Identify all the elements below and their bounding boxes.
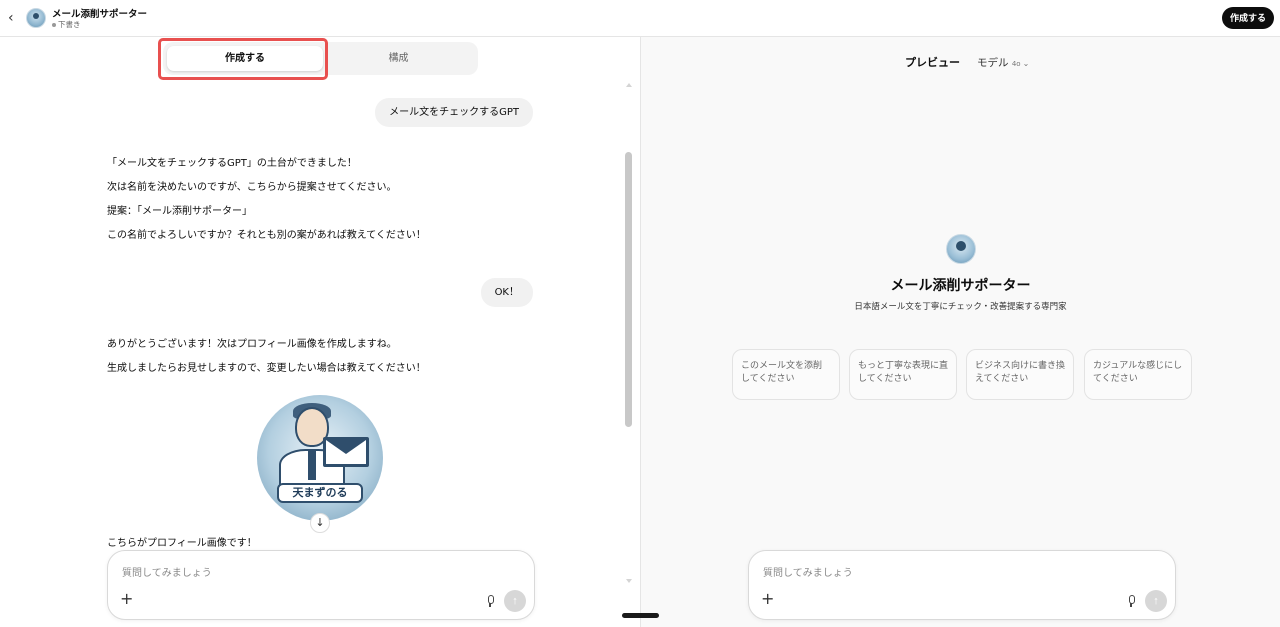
profile-banner: 天まずのる	[277, 483, 363, 503]
envelope-icon	[323, 437, 369, 467]
model-label: モデル	[977, 57, 1009, 69]
back-icon[interactable]: ‹	[8, 10, 22, 26]
preview-panel: プレビュー モデル 4o ⌄ メール添削サポーター 日本語メール文を丁寧にチェック…	[641, 37, 1280, 627]
conversation-starter[interactable]: ビジネス向けに書き換えてください	[966, 349, 1074, 400]
gpt-avatar	[26, 8, 46, 28]
preview-label: プレビュー	[905, 56, 960, 69]
assistant-message-line: 「メール文をチェックするGPT」の土台ができました！	[107, 158, 357, 169]
create-button[interactable]: 作成する	[1221, 7, 1274, 29]
scroll-to-bottom-button[interactable]: ↓	[310, 513, 330, 533]
highlight-box	[158, 38, 328, 80]
assistant-message-line: 次は名前を決めたいのですが、こちらから提案させてください。	[107, 182, 397, 193]
user-message: メール文をチェックするGPT	[375, 98, 533, 127]
scroll-down-arrow-icon[interactable]	[626, 579, 632, 583]
model-version: 4o	[1011, 60, 1021, 68]
send-button[interactable]: ↑	[1145, 590, 1167, 612]
message-input[interactable]: 質問してみましょう	[763, 564, 853, 579]
gpt-title: メール添削サポーター	[52, 9, 148, 20]
conversation-starter[interactable]: このメール文を添削してください	[732, 349, 840, 400]
profile-tie	[308, 450, 316, 480]
mic-icon[interactable]	[1127, 595, 1135, 607]
plus-icon[interactable]: +	[120, 591, 133, 607]
mic-icon[interactable]	[486, 595, 494, 607]
preview-gpt-description: 日本語メール文を丁寧にチェック・改善提案する専門家	[854, 302, 1067, 312]
preview-gpt-name: メール添削サポーター	[890, 278, 1031, 294]
scroll-up-icon[interactable]	[626, 83, 632, 87]
send-button[interactable]: ↑	[504, 590, 526, 612]
top-bar: ‹ メール添削サポーター 下書き 作成する	[0, 0, 1280, 37]
assistant-message-line: 生成しましたらお見せしますので、変更したい場合は教えてください！	[107, 363, 426, 374]
chevron-down-icon: ⌄	[1022, 59, 1030, 68]
assistant-message-line: ありがとうございます！次はプロフィール画像を作成しますね。	[107, 339, 397, 350]
draft-status: 下書き	[52, 19, 81, 30]
assistant-message-line: 提案：「メール添削サポーター」	[107, 206, 252, 217]
message-input[interactable]: 質問してみましょう	[122, 564, 212, 579]
builder-composer[interactable]: 質問してみましょう + ↑	[107, 550, 535, 620]
preview-avatar	[946, 234, 976, 264]
conversation-starter[interactable]: もっと丁寧な表現に直してください	[849, 349, 957, 400]
builder-panel: 作成する 構成 メール文をチェックするGPT 「メール文をチェックするGPT」の…	[0, 37, 641, 627]
preview-composer[interactable]: 質問してみましょう + ↑	[748, 550, 1176, 620]
user-message: OK！	[480, 278, 533, 307]
plus-icon[interactable]: +	[761, 591, 774, 607]
scrollbar[interactable]	[625, 152, 632, 427]
draft-status-label: 下書き	[58, 20, 81, 29]
home-indicator	[622, 613, 659, 618]
conversation-starter[interactable]: カジュアルな感じにしてください	[1084, 349, 1192, 400]
tab-configure[interactable]: 構成	[323, 46, 474, 71]
profile-image: 天まずのる	[257, 395, 383, 521]
assistant-message-line: この名前でよろしいですか？それとも別の案があれば教えてください！	[107, 230, 426, 241]
model-selector[interactable]: モデル 4o ⌄	[977, 55, 1029, 70]
status-dot-icon	[52, 23, 56, 27]
